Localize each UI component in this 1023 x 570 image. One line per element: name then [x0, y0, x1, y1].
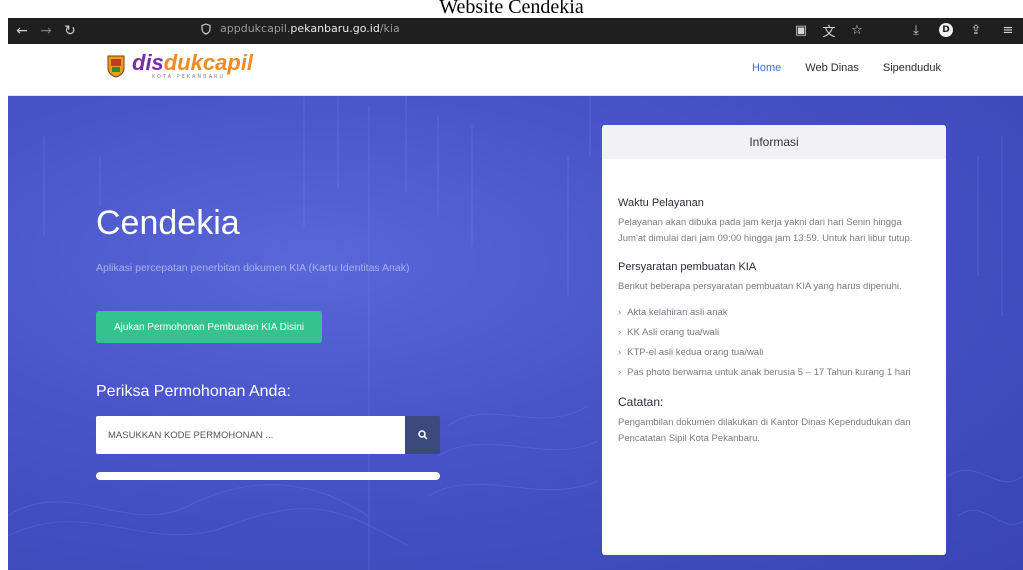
- page-caption: Website Cendekia: [439, 0, 584, 18]
- list-item: › KTP-el asli kedua orang tua/wali: [618, 347, 764, 358]
- share-icon[interactable]: ⇪: [967, 21, 985, 39]
- list-item: › KK Asli orang tua/wali: [618, 327, 720, 338]
- chevron-right-icon: ›: [618, 327, 622, 338]
- check-application-title: Periksa Permohonan Anda:: [96, 383, 291, 400]
- search-icon: [417, 430, 428, 440]
- requirements-title: Persyaratan pembuatan KIA: [618, 261, 757, 273]
- hero-section: Cendekia Aplikasi percepatan penerbitan …: [8, 96, 1023, 570]
- hero-title: Cendekia: [96, 204, 240, 242]
- profile-avatar-icon[interactable]: D: [939, 23, 953, 37]
- service-hours-text: Pelayanan akan dibuka pada jam kerja yak…: [618, 217, 913, 244]
- list-item: › Pas photo berwarna untuk anak berusia 5…: [618, 367, 911, 378]
- notes-title: Catatan:: [618, 395, 664, 409]
- bookmark-star-icon[interactable]: ☆: [848, 21, 866, 39]
- application-search: [96, 416, 440, 454]
- install-app-icon[interactable]: ▣: [792, 21, 810, 39]
- requirements-list: › Akta kelahiran asli anak › KK Asli orang…: [618, 305, 930, 381]
- translate-icon[interactable]: 文: [820, 21, 838, 40]
- site-info-icon[interactable]: [200, 22, 212, 35]
- back-icon[interactable]: ←: [12, 21, 32, 41]
- main-nav: Home Web Dinas Sipenduduk: [752, 62, 941, 74]
- site-logo[interactable]: disdukcapil KOTA PEKANBARU: [106, 52, 253, 80]
- browser-toolbar: ← → ↻ appdukcapil.pekanbaru.go.id/kia ▣ …: [8, 18, 1023, 44]
- forward-icon[interactable]: →: [36, 21, 56, 41]
- nav-web-dinas[interactable]: Web Dinas: [805, 62, 859, 74]
- chevron-right-icon: ›: [618, 307, 622, 318]
- nav-sipenduduk[interactable]: Sipenduduk: [883, 62, 941, 74]
- search-button[interactable]: [405, 416, 440, 454]
- site-header: disdukcapil KOTA PEKANBARU Home Web Dina…: [8, 44, 1023, 96]
- service-hours-title: Waktu Pelayanan: [618, 197, 704, 209]
- reload-icon[interactable]: ↻: [60, 21, 80, 41]
- notes-text: Pengambilan dokumen dilakukan di Kantor …: [618, 417, 911, 444]
- hero-description: Aplikasi percepatan penerbitan dokumen K…: [96, 262, 410, 274]
- chevron-right-icon: ›: [618, 347, 622, 358]
- chevron-right-icon: ›: [618, 367, 622, 378]
- download-icon[interactable]: ⤓: [907, 21, 925, 39]
- menu-icon[interactable]: ≡: [999, 21, 1017, 39]
- address-text: appdukcapil.pekanbaru.go.id/kia: [220, 22, 400, 35]
- nav-home[interactable]: Home: [752, 62, 781, 74]
- requirements-intro: Berikut beberapa persyaratan pembuatan K…: [618, 281, 902, 292]
- info-card-title: Informasi: [602, 125, 946, 159]
- application-code-input[interactable]: [96, 416, 405, 454]
- address-bar[interactable]: appdukcapil.pekanbaru.go.id/kia: [200, 22, 400, 35]
- apply-kia-button[interactable]: Ajukan Permohonan Pembuatan KIA Disini: [96, 311, 322, 343]
- search-progress-bar: [96, 472, 440, 480]
- city-emblem-icon: [107, 55, 125, 78]
- list-item: › Akta kelahiran asli anak: [618, 307, 728, 318]
- info-card: Informasi Waktu Pelayanan Pelayanan akan…: [602, 125, 946, 555]
